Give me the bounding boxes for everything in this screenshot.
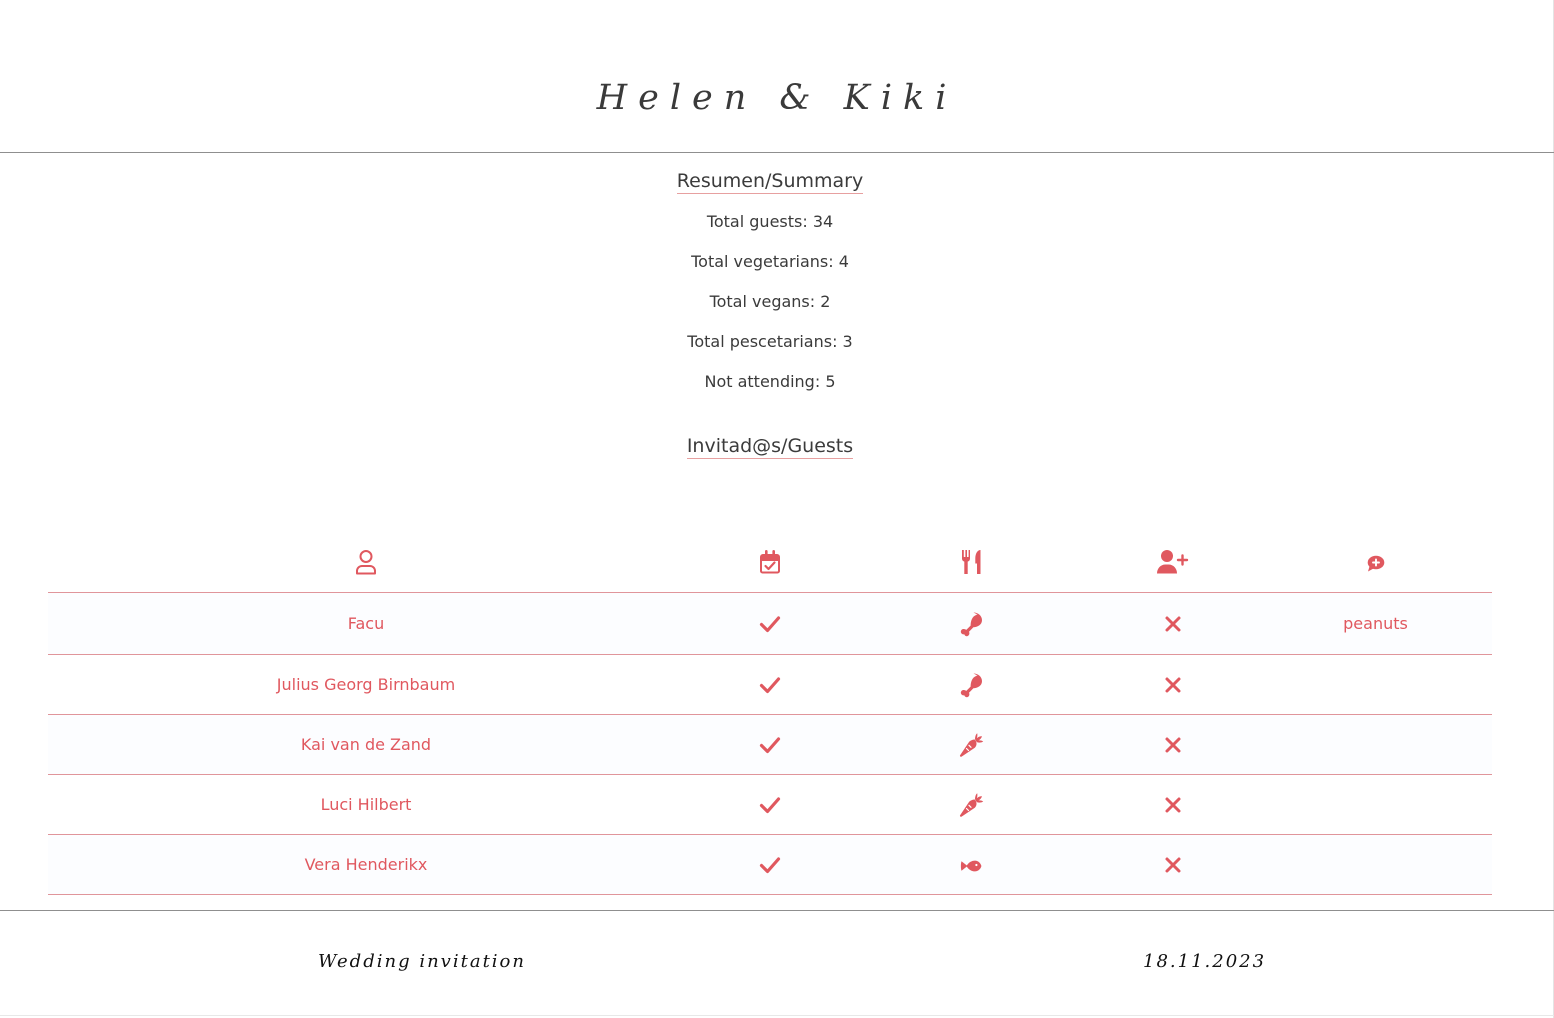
guest-notes: peanuts — [1259, 592, 1492, 655]
guests-heading-text: Invitad@s/Guests — [686, 435, 854, 459]
guest-plus-one-cell — [1087, 834, 1259, 895]
guest-row: Kai van de Zand — [48, 714, 1492, 775]
guest-attending-cell — [684, 834, 855, 895]
summary-total-pescetarians: Total pescetarians: 3 — [687, 332, 853, 351]
column-diet-header — [855, 532, 1087, 593]
summary-list: Total guests: 34 Total vegetarians: 4 To… — [0, 209, 1540, 409]
site-footer: Wedding invitation 18.11.2023 — [0, 910, 1554, 1011]
guest-diet-cell — [855, 654, 1087, 715]
x-icon — [1164, 856, 1182, 874]
comment-plus-icon — [1367, 555, 1385, 572]
guest-notes — [1259, 774, 1492, 835]
check-icon — [759, 676, 781, 694]
guests-heading: Invitad@s/Guests — [0, 433, 1540, 459]
check-icon — [759, 736, 781, 754]
guest-diet-cell — [855, 714, 1087, 775]
drumstick-icon — [958, 672, 984, 698]
site-header: Helen & Kiki — [0, 0, 1554, 153]
user-plus-icon — [1157, 549, 1189, 575]
utensils-icon — [960, 549, 982, 575]
column-notes-header — [1259, 532, 1492, 593]
guest-plus-one-cell — [1087, 774, 1259, 835]
column-attending-header — [684, 532, 855, 593]
guest-notes — [1259, 654, 1492, 715]
guest-row: Julius Georg Birnbaum — [48, 654, 1492, 715]
x-icon — [1164, 736, 1182, 754]
guest-attending-cell — [684, 774, 855, 835]
summary-total-vegans: Total vegans: 2 — [709, 292, 831, 311]
summary-total-guests: Total guests: 34 — [706, 212, 834, 231]
guest-table-header — [48, 532, 1492, 593]
summary-heading-text: Resumen/Summary — [676, 170, 864, 194]
drumstick-icon — [958, 611, 984, 637]
check-icon — [759, 615, 781, 633]
guest-attending-cell — [684, 714, 855, 775]
check-icon — [759, 856, 781, 874]
guest-name: Julius Georg Birnbaum — [48, 654, 684, 715]
guest-diet-cell — [855, 774, 1087, 835]
summary-heading: Resumen/Summary — [0, 168, 1540, 194]
column-name-header — [48, 532, 684, 593]
check-icon — [759, 796, 781, 814]
x-icon — [1164, 796, 1182, 814]
x-icon — [1164, 676, 1182, 694]
guest-row: Vera Henderikx — [48, 834, 1492, 895]
column-plus-one-header — [1087, 532, 1259, 593]
x-icon — [1164, 615, 1182, 633]
guest-name: Vera Henderikx — [48, 834, 684, 895]
carrot-icon — [958, 732, 984, 758]
guest-table: Facu peanuts Julius Georg Birnbaum Kai v… — [48, 532, 1492, 895]
carrot-icon — [958, 792, 984, 818]
guest-diet-cell — [855, 834, 1087, 895]
site-title: Helen & Kiki — [596, 78, 958, 118]
guest-attending-cell — [684, 592, 855, 655]
guest-notes — [1259, 714, 1492, 775]
guest-plus-one-cell — [1087, 592, 1259, 655]
guest-plus-one-cell — [1087, 654, 1259, 715]
guest-diet-cell — [855, 592, 1087, 655]
guest-name: Facu — [48, 592, 684, 655]
summary-not-attending: Not attending: 5 — [704, 372, 836, 391]
guest-row: Luci Hilbert — [48, 774, 1492, 835]
guest-name: Kai van de Zand — [48, 714, 684, 775]
guest-row: Facu peanuts — [48, 592, 1492, 655]
guest-plus-one-cell — [1087, 714, 1259, 775]
footer-invitation-label: Wedding invitation — [318, 951, 526, 972]
footer-date: 18.11.2023 — [1143, 951, 1267, 972]
guest-name: Luci Hilbert — [48, 774, 684, 835]
user-icon — [355, 549, 377, 575]
calendar-check-icon — [759, 549, 781, 575]
summary-total-vegetarians: Total vegetarians: 4 — [691, 252, 849, 271]
guest-notes — [1259, 834, 1492, 895]
page-bottom-edge — [0, 1015, 1554, 1016]
fish-icon — [960, 859, 982, 873]
guest-attending-cell — [684, 654, 855, 715]
